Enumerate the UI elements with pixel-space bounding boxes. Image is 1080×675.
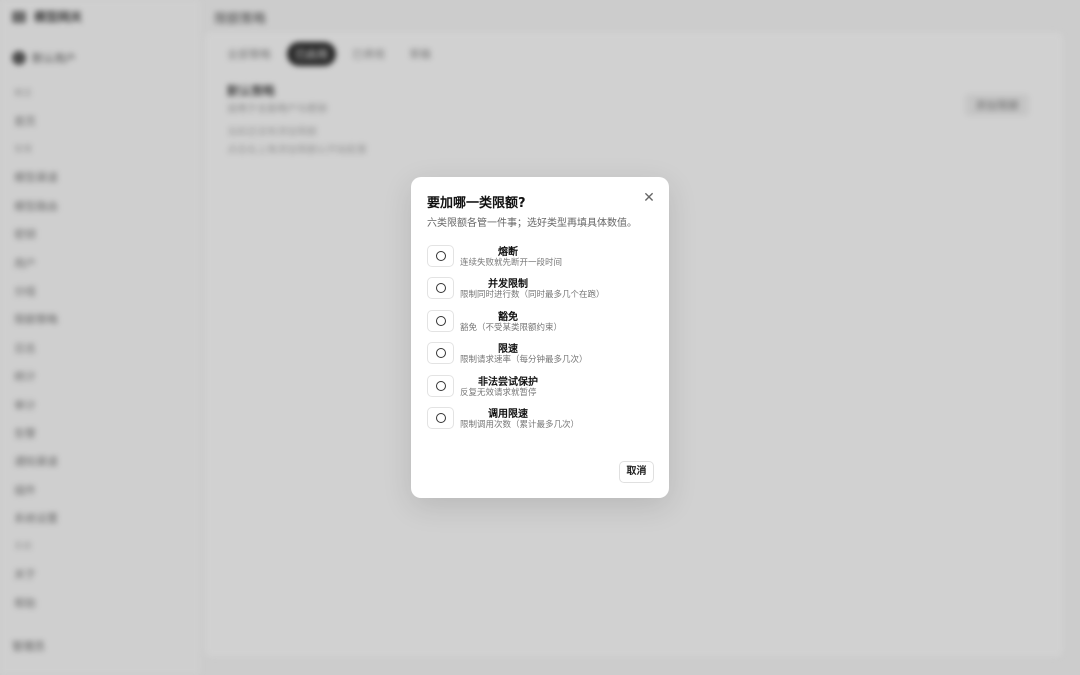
close-icon[interactable]: ✕ bbox=[641, 190, 657, 206]
radio-icon bbox=[436, 413, 446, 423]
limit-type-option[interactable]: 非法尝试保护 反复无效请求就暂停 bbox=[427, 374, 655, 398]
radio-box[interactable] bbox=[427, 342, 454, 365]
radio-icon bbox=[436, 251, 446, 261]
limit-type-dialog: 要加哪一类限额? 六类限额各管一件事；选好类型再填具体数值。 ✕ 熔断 连续失败就… bbox=[411, 177, 669, 498]
dialog-description: 六类限额各管一件事；选好类型再填具体数值。 bbox=[427, 218, 637, 229]
radio-icon bbox=[436, 348, 446, 359]
radio-box[interactable] bbox=[427, 374, 454, 397]
limit-type-option[interactable]: 并发限制 限制同时进行数（同时最多几个在跑） bbox=[427, 276, 655, 300]
limit-type-option[interactable]: 限速 限制请求速率（每分钟最多几次） bbox=[427, 341, 655, 365]
limit-type-option[interactable]: 熔断 连续失败就先断开一段时间 bbox=[427, 244, 655, 268]
option-subtitle: 反复无效请求就暂停 bbox=[460, 387, 537, 398]
option-subtitle: 限制调用次数（累计最多几次） bbox=[460, 420, 580, 430]
radio-box[interactable] bbox=[427, 277, 454, 300]
limit-type-option[interactable]: 豁免 豁免（不受某类限额约束） bbox=[427, 309, 655, 333]
radio-box[interactable] bbox=[427, 407, 454, 429]
radio-icon bbox=[436, 315, 446, 326]
cancel-button[interactable]: 取消 bbox=[619, 461, 654, 483]
option-subtitle: 限制请求速率（每分钟最多几次） bbox=[460, 355, 588, 366]
option-subtitle: 连续失败就先断开一段时间 bbox=[460, 258, 563, 268]
radio-box[interactable] bbox=[427, 309, 454, 332]
option-subtitle: 豁免（不受某类限额约束） bbox=[460, 322, 563, 333]
radio-box[interactable] bbox=[427, 245, 454, 267]
radio-icon bbox=[436, 283, 446, 294]
limit-type-option[interactable]: 调用限速 限制调用次数（累计最多几次） bbox=[427, 406, 655, 430]
radio-icon bbox=[436, 380, 446, 391]
option-subtitle: 限制同时进行数（同时最多几个在跑） bbox=[460, 290, 605, 301]
dialog-title: 要加哪一类限额? bbox=[427, 196, 526, 211]
